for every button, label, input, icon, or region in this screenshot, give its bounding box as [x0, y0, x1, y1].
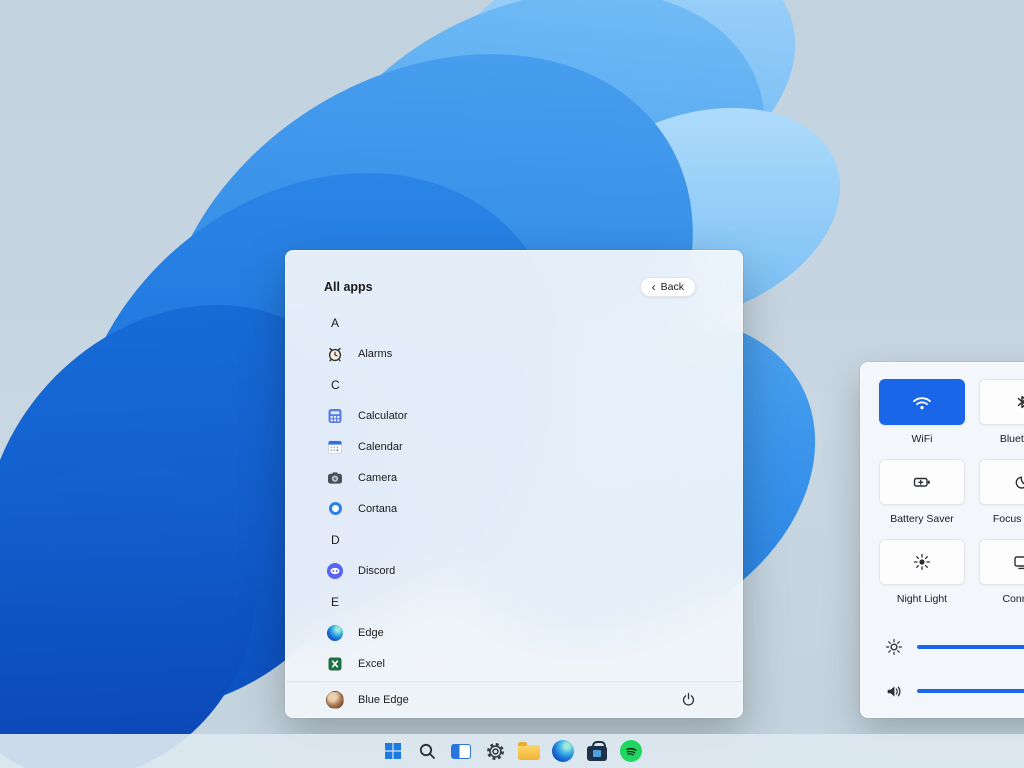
app-label: Alarms: [358, 348, 392, 360]
power-button[interactable]: [676, 688, 700, 712]
all-apps-title: All apps: [324, 280, 373, 294]
taskbar: [0, 734, 1024, 768]
app-label: Calculator: [358, 410, 408, 422]
quick-setting-focus-assist: Focus assist: [979, 459, 1024, 525]
bluetooth-icon: [1013, 393, 1024, 411]
app-item-calendar[interactable]: Calendar: [326, 431, 742, 462]
chevron-left-icon: ‹: [652, 282, 656, 292]
calculator-icon: [326, 407, 344, 425]
app-label: Discord: [358, 565, 395, 577]
quick-setting-bluetooth: Bluetooth: [979, 379, 1024, 445]
folder-icon: [518, 745, 540, 760]
app-label: Edge: [358, 627, 384, 639]
app-item-edge[interactable]: Edge: [326, 617, 742, 648]
excel-icon: [326, 655, 344, 673]
focus-assist-label: Focus assist: [993, 513, 1024, 525]
crescent-moon-icon: [1013, 473, 1024, 491]
task-view-button[interactable]: [448, 738, 474, 764]
bluetooth-label: Bluetooth: [1000, 433, 1024, 445]
search-button[interactable]: [414, 738, 440, 764]
volume-track[interactable]: [917, 689, 1024, 693]
back-button[interactable]: ‹ Back: [640, 277, 696, 297]
start-button[interactable]: [380, 738, 406, 764]
app-item-calculator[interactable]: Calculator: [326, 400, 742, 431]
edge-icon: [326, 624, 344, 642]
volume-icon: [885, 682, 903, 700]
quick-settings-grid: WiFi Bluetooth Battery Saver Focus assis…: [861, 363, 1024, 619]
edge-button[interactable]: [550, 738, 576, 764]
letter-label: E: [331, 595, 339, 609]
battery-saver-icon: [912, 473, 932, 491]
avatar: [326, 691, 344, 709]
section-letter-d[interactable]: D: [326, 524, 742, 555]
section-letter-e[interactable]: E: [326, 586, 742, 617]
user-profile-button[interactable]: Blue Edge: [326, 691, 409, 709]
connect-label: Connect: [1002, 593, 1024, 605]
app-label: Camera: [358, 472, 397, 484]
start-menu-header: All apps ‹ Back: [286, 251, 742, 307]
connect-screen-icon: [1012, 553, 1024, 571]
file-explorer-button[interactable]: [516, 738, 542, 764]
brightness-track[interactable]: [917, 645, 1024, 649]
discord-icon: [326, 562, 344, 580]
gear-icon: [485, 741, 506, 762]
brightness-icon: [885, 638, 903, 656]
battery-saver-tile[interactable]: [879, 459, 965, 505]
app-item-discord[interactable]: Discord: [326, 555, 742, 586]
app-item-cortana[interactable]: Cortana: [326, 493, 742, 524]
letter-label: A: [331, 316, 339, 330]
focus-assist-tile[interactable]: [979, 459, 1024, 505]
night-light-icon: [912, 552, 932, 572]
wifi-tile[interactable]: [879, 379, 965, 425]
app-item-alarms[interactable]: Alarms: [326, 338, 742, 369]
app-item-camera[interactable]: Camera: [326, 462, 742, 493]
quick-settings-sliders: [885, 637, 1024, 725]
back-label: Back: [661, 281, 684, 293]
brightness-slider[interactable]: [885, 637, 1024, 657]
app-label: Calendar: [358, 441, 403, 453]
app-item-excel[interactable]: Excel: [326, 648, 742, 679]
start-menu-footer: Blue Edge: [286, 681, 742, 717]
letter-label: D: [331, 533, 340, 547]
store-bag-icon: [587, 746, 607, 761]
app-label: Cortana: [358, 503, 397, 515]
store-button[interactable]: [584, 738, 610, 764]
quick-setting-connect: Connect: [979, 539, 1024, 605]
settings-button[interactable]: [482, 738, 508, 764]
volume-slider[interactable]: [885, 681, 1024, 701]
spotify-button[interactable]: [618, 738, 644, 764]
camera-icon: [326, 469, 344, 487]
quick-setting-battery-saver: Battery Saver: [879, 459, 965, 525]
power-icon: [681, 692, 696, 707]
apps-list: A Alarms C Calculator Calendar Camera: [286, 307, 742, 681]
wifi-icon: [910, 392, 934, 412]
alarms-icon: [326, 345, 344, 363]
volume-fill: [917, 689, 1024, 693]
search-icon: [418, 742, 437, 761]
calendar-icon: [326, 438, 344, 456]
night-light-tile[interactable]: [879, 539, 965, 585]
battery-saver-label: Battery Saver: [890, 513, 954, 525]
letter-label: C: [331, 378, 340, 392]
connect-tile[interactable]: [979, 539, 1024, 585]
task-view-icon: [451, 744, 471, 759]
start-menu-panel: All apps ‹ Back A Alarms C Calculator Ca…: [285, 250, 743, 718]
user-name: Blue Edge: [358, 694, 409, 706]
edge-browser-icon: [552, 740, 574, 762]
windows-logo-icon: [383, 741, 403, 761]
spotify-icon: [620, 740, 642, 762]
quick-setting-night-light: Night Light: [879, 539, 965, 605]
section-letter-c[interactable]: C: [326, 369, 742, 400]
bluetooth-tile[interactable]: [979, 379, 1024, 425]
cortana-icon: [326, 500, 344, 518]
wifi-label: WiFi: [912, 433, 933, 445]
section-letter-a[interactable]: A: [326, 307, 742, 338]
quick-settings-panel: WiFi Bluetooth Battery Saver Focus assis…: [860, 362, 1024, 718]
quick-setting-wifi: WiFi: [879, 379, 965, 445]
app-label: Excel: [358, 658, 385, 670]
brightness-fill: [917, 645, 1024, 649]
night-light-label: Night Light: [897, 593, 947, 605]
